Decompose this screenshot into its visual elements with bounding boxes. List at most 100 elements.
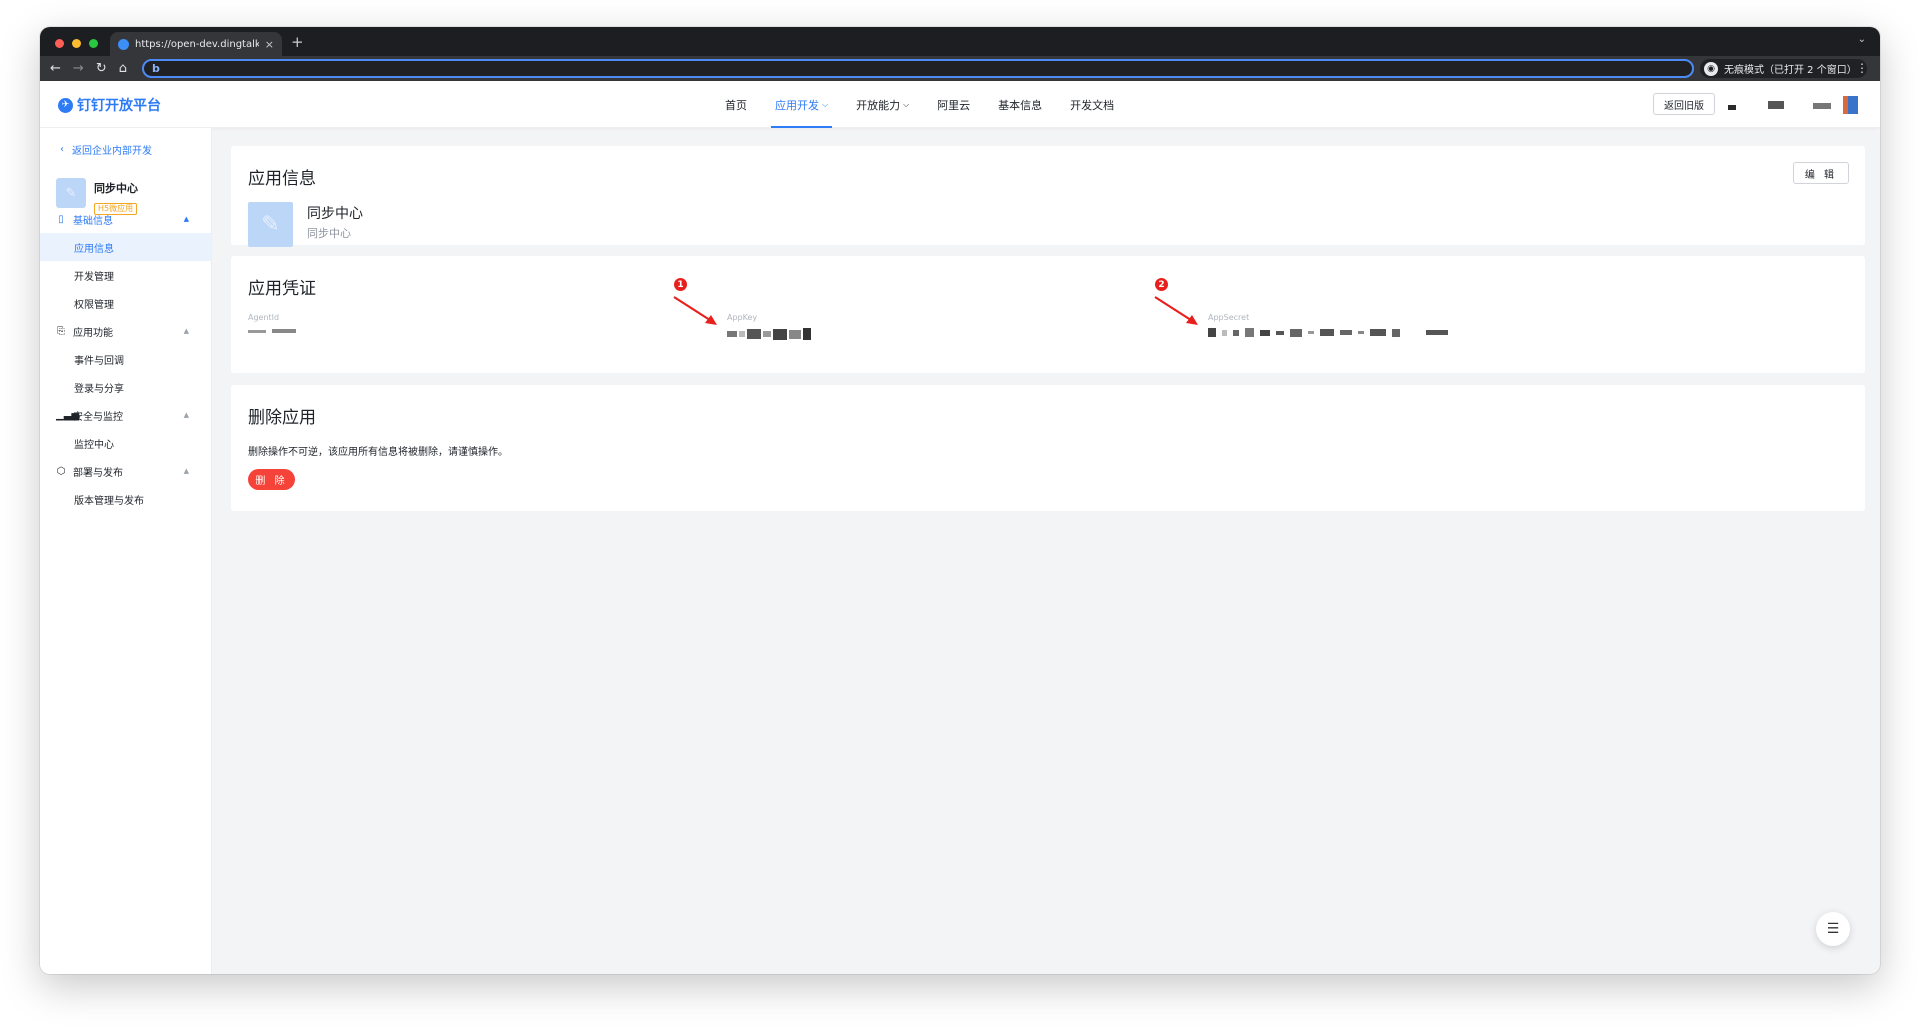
address-bar[interactable]: b [142,59,1694,78]
app-icon: ✎ [56,178,86,208]
chevron-down-icon: ⌵ [903,99,910,109]
browser-tab[interactable]: https://open-dev.dingtalk.com/ × [110,32,282,56]
avatar[interactable] [1843,96,1858,114]
sidebar-item-login-share[interactable]: 登录与分享 [40,373,211,401]
dingtalk-favicon-icon [118,38,129,50]
nav-aliyun[interactable]: 阿里云 [923,81,984,128]
list-menu-icon[interactable]: ☰ [1816,912,1850,946]
blurred-user-info [1813,103,1831,109]
back-link-label: 返回企业内部开发 [72,146,152,157]
group-label: 安全与监控 [73,411,123,423]
delete-button[interactable]: 删 除 [248,469,295,490]
caret-up-icon: ▲ [183,467,189,475]
blurred-user-info [1768,101,1784,109]
delete-app-title: 删除应用 [248,408,316,428]
app-info-card: 应用信息 编 辑 ✎ 同步中心 同步中心 [231,146,1865,247]
main-nav: 首页 应用开发 ⌵ 开放能力 ⌵ 阿里云 基本信息 开发文档 [711,81,1128,128]
tab-close-icon[interactable]: × [265,38,274,51]
minimize-window-button[interactable] [72,39,81,48]
sidebar-item-version-release[interactable]: 版本管理与发布 [40,485,211,513]
bar-chart-icon: ▁▃▅ [56,409,80,421]
agentid-value[interactable] [248,328,296,334]
nav-dev-docs[interactable]: 开发文档 [1056,81,1128,128]
annotation-badge-1: 1 [674,278,687,291]
sidebar-item-permissions[interactable]: 权限管理 [40,289,211,317]
appkey-label: AppKey [727,313,758,322]
reload-icon[interactable]: ↻ [96,61,107,76]
app-info-title: 应用信息 [248,169,316,189]
app-header: ✈ 钉钉开放平台 首页 应用开发 ⌵ 开放能力 ⌵ 阿里云 基本信息 开发文档 [40,81,1880,128]
appkey-value[interactable] [727,328,811,340]
address-bar-text: b [152,62,160,75]
delete-app-card: 删除应用 删除操作不可逆，该应用所有信息将被删除，请谨慎操作。 删 除 [231,385,1865,511]
annotation-badge-2: 2 [1155,278,1168,291]
sidebar-item-events-callbacks[interactable]: 事件与回调 [40,345,211,373]
caret-up-icon: ▲ [183,411,189,419]
credentials-title: 应用凭证 [248,279,316,299]
chevron-left-icon: ‹ [60,144,64,155]
annotation-arrow-icon [673,296,717,325]
sidebar-group-deploy[interactable]: ⬡ 部署与发布 ▲ [40,457,211,485]
annotation-arrow-icon [1154,296,1198,325]
logo-text: 钉钉开放平台 [77,98,161,114]
app-name: 同步中心 [307,206,363,222]
browser-nav-buttons: ← → ↻ ⌂ [50,61,138,76]
browser-window: https://open-dev.dingtalk.com/ × + ⌄ ← →… [40,27,1880,974]
app-feature-icon: ⎘ [57,325,65,337]
new-tab-button[interactable]: + [291,33,304,51]
back-arrow-icon[interactable]: ← [50,61,61,76]
tab-title: https://open-dev.dingtalk.com/ [135,38,259,50]
blurred-user-info [1728,105,1736,110]
sidebar-group-app-features[interactable]: ⎘ 应用功能 ▲ [40,317,211,345]
dingtalk-logo-icon: ✈ [58,97,73,113]
home-icon[interactable]: ⌂ [119,61,127,76]
agentid-label: AgentId [248,313,280,322]
maximize-window-button[interactable] [89,39,98,48]
nav-open-capability[interactable]: 开放能力 ⌵ [842,81,923,128]
nav-home-label: 首页 [725,98,747,112]
sidebar-item-app-info[interactable]: 应用信息 [40,233,211,261]
incognito-icon: ◉ [1704,61,1718,76]
tab-search-icon[interactable]: ⌄ [1858,34,1866,45]
forward-arrow-icon[interactable]: → [73,61,84,76]
chevron-down-icon: ⌵ [822,99,829,109]
sidebar-group-security[interactable]: ▁▃▅ 安全与监控 ▲ [40,401,211,429]
sidebar-app-name: 同步中心 [94,182,138,195]
nav-app-dev[interactable]: 应用开发 ⌵ [761,81,842,128]
appsecret-label: AppSecret [1208,313,1250,322]
nav-home[interactable]: 首页 [711,81,761,128]
app-description: 同步中心 [307,227,351,240]
nav-open-capability-label: 开放能力 [856,98,901,112]
appsecret-value[interactable] [1208,328,1448,337]
sidebar-menu: ▯ 基础信息 ▲ 应用信息 开发管理 权限管理 ⎘ 应用功能 ▲ 事件与回调 登… [40,205,211,513]
sidebar: ‹ 返回企业内部开发 ✎ 同步中心 H5微应用 ▯ 基础信息 ▲ 应用信息 开发… [40,128,212,974]
close-window-button[interactable] [55,39,64,48]
edit-button[interactable]: 编 辑 [1792,162,1849,184]
window-controls [55,39,98,48]
nav-aliyun-label: 阿里云 [937,98,971,112]
nav-basic-info-label: 基本信息 [998,98,1043,112]
sidebar-item-monitor-center[interactable]: 监控中心 [40,429,211,457]
browser-menu-icon[interactable]: ⋮ [1856,61,1868,75]
incognito-label: 无痕模式（已打开 2 个窗口） [1724,65,1857,76]
group-label: 基础信息 [73,215,113,227]
sidebar-item-dev-management[interactable]: 开发管理 [40,261,211,289]
return-old-version-button[interactable]: 返回旧版 [1653,93,1715,115]
nav-dev-docs-label: 开发文档 [1070,98,1115,112]
main-content: 应用信息 编 辑 ✎ 同步中心 同步中心 应用凭证 AgentId 1 AppK… [212,128,1880,974]
document-icon: ▯ [58,213,64,225]
dingtalk-logo[interactable]: ✈ 钉钉开放平台 [58,95,161,115]
credentials-card: 应用凭证 AgentId 1 AppKey 2 AppSecret [231,256,1865,373]
browser-tabstrip: https://open-dev.dingtalk.com/ × + ⌄ [40,27,1880,56]
caret-up-icon: ▲ [183,215,189,223]
incognito-indicator[interactable]: ◉ 无痕模式（已打开 2 个窗口） [1700,59,1867,78]
nav-app-dev-label: 应用开发 [775,98,819,112]
back-to-internal-dev-link[interactable]: ‹ 返回企业内部开发 [60,142,152,157]
cube-icon: ⬡ [56,465,66,477]
delete-app-warning: 删除操作不可逆，该应用所有信息将被删除，请谨慎操作。 [248,447,508,458]
sidebar-group-basic-info[interactable]: ▯ 基础信息 ▲ [40,205,211,233]
nav-basic-info[interactable]: 基本信息 [984,81,1056,128]
app-icon: ✎ [248,202,293,247]
browser-toolbar: ← → ↻ ⌂ b ◉ 无痕模式（已打开 2 个窗口） ⋮ [40,56,1880,81]
group-label: 应用功能 [73,327,113,339]
